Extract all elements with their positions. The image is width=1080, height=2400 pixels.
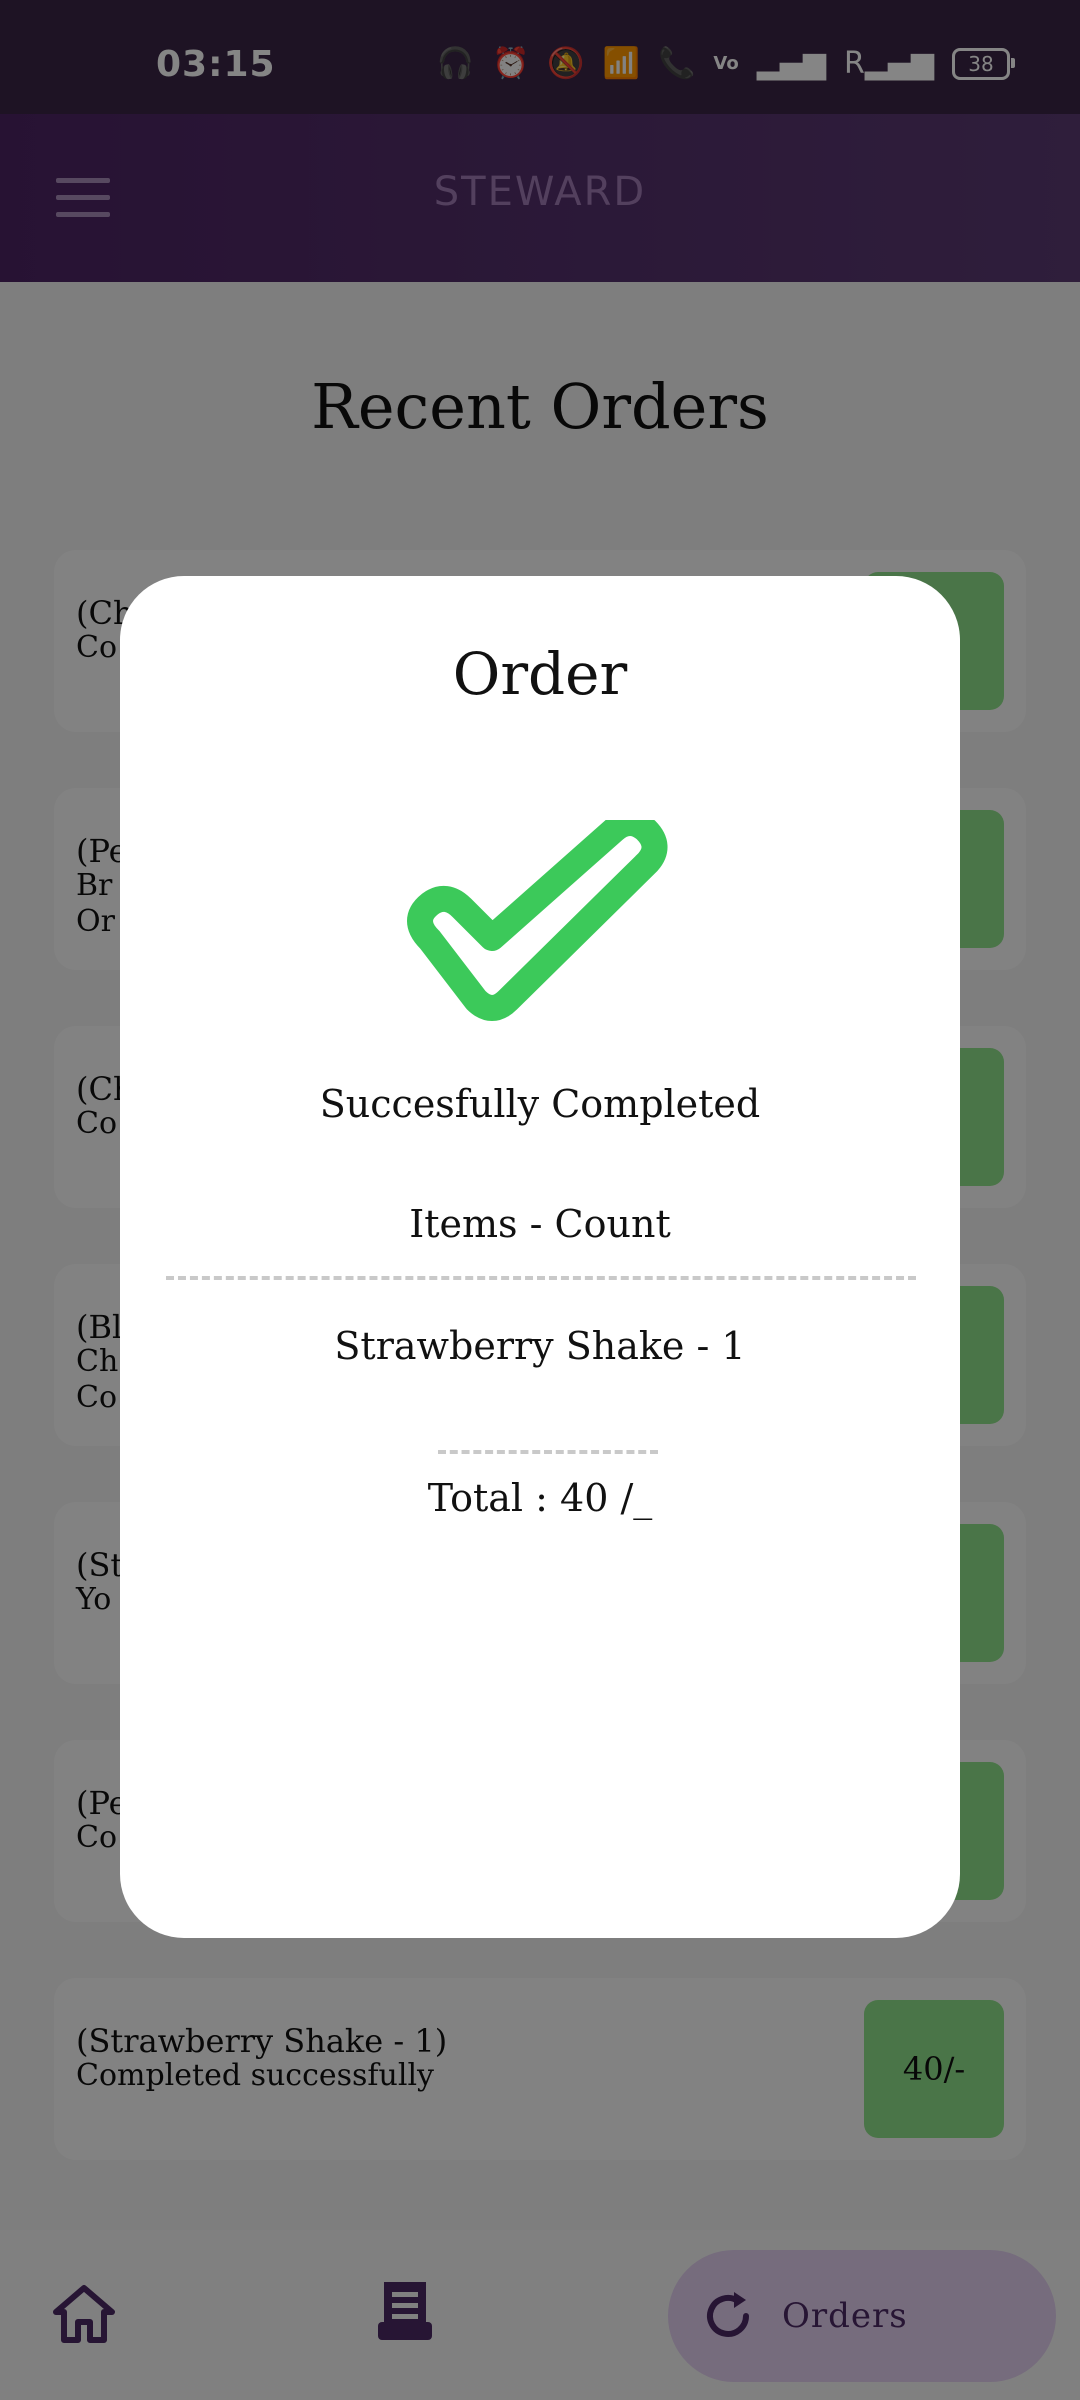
order-item-line: Strawberry Shake - 1 [334, 1324, 746, 1368]
divider [166, 1276, 916, 1284]
completion-status: Succesfully Completed [319, 1082, 761, 1126]
check-icon [407, 820, 668, 1021]
divider [438, 1450, 658, 1458]
items-header: Items - Count [409, 1202, 671, 1246]
dialog-title: Order [452, 640, 628, 708]
order-dialog: Order Succesfully Completed Items - Coun… [120, 576, 960, 1938]
order-total: Total : 40 /_ [427, 1476, 653, 1520]
